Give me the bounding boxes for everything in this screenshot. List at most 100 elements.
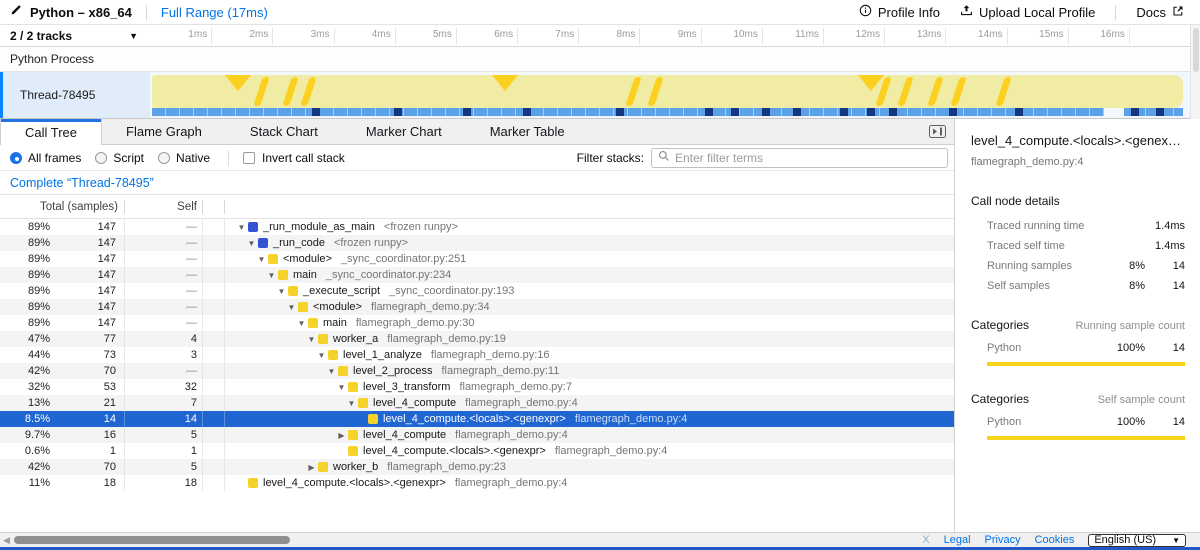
collapse-arrow-icon[interactable]: ▼ bbox=[305, 335, 318, 344]
tab-marker-table[interactable]: Marker Table bbox=[466, 119, 589, 144]
filter-stacks-input[interactable] bbox=[675, 151, 941, 165]
detail-row: Traced self time1.4ms bbox=[971, 240, 1185, 252]
collapse-arrow-icon[interactable]: ▼ bbox=[285, 303, 298, 312]
category-icon-yellow bbox=[328, 350, 338, 360]
self-cell: 5 bbox=[125, 427, 203, 443]
collapse-arrow-icon[interactable]: ▼ bbox=[335, 383, 348, 392]
expand-arrow-icon[interactable]: ▶ bbox=[305, 463, 318, 472]
function-name: worker_b bbox=[333, 461, 378, 473]
collapse-arrow-icon[interactable]: ▼ bbox=[255, 255, 268, 264]
timeline-ruler[interactable]: 1ms2ms3ms4ms5ms6ms7ms8ms9ms10ms11ms12ms1… bbox=[150, 25, 1190, 47]
category-row: Python100%14 bbox=[971, 416, 1185, 428]
call-tree-row[interactable]: 89%147—▼mainflamegraph_demo.py:30 bbox=[0, 315, 954, 331]
category-row: Python100%14 bbox=[971, 342, 1185, 354]
tab-flame-graph[interactable]: Flame Graph bbox=[102, 119, 226, 144]
call-tree-row[interactable]: 89%147—▼<module>_sync_coordinator.py:251 bbox=[0, 251, 954, 267]
panel-tabbar: Call TreeFlame GraphStack ChartMarker Ch… bbox=[0, 119, 954, 145]
thread-track-label-cell[interactable]: Thread-78495 bbox=[3, 72, 150, 118]
tab-marker-chart[interactable]: Marker Chart bbox=[342, 119, 466, 144]
invert-call-stack-checkbox[interactable] bbox=[243, 152, 255, 164]
file-location: flamegraph_demo.py:16 bbox=[431, 349, 550, 361]
collapse-arrow-icon[interactable]: ▼ bbox=[235, 223, 248, 232]
call-tree-row[interactable]: 89%147—▼<module>flamegraph_demo.py:34 bbox=[0, 299, 954, 315]
category-icon-blue bbox=[248, 222, 258, 232]
radio-native[interactable] bbox=[158, 152, 170, 164]
categories-heading-row: CategoriesSelf sample count bbox=[971, 392, 1185, 406]
ruler-gridline bbox=[578, 28, 579, 44]
track-python-process[interactable]: Python Process bbox=[0, 47, 1190, 72]
total-samples: 147 bbox=[50, 317, 124, 329]
column-header-total[interactable]: Total (samples) bbox=[0, 200, 125, 214]
file-location: flamegraph_demo.py:4 bbox=[555, 445, 668, 457]
radio-script[interactable] bbox=[95, 152, 107, 164]
dark-sample-block bbox=[731, 108, 739, 116]
file-location: flamegraph_demo.py:4 bbox=[575, 413, 688, 425]
language-select[interactable]: English (US)▼ bbox=[1088, 534, 1186, 547]
spacer-cell bbox=[203, 411, 225, 427]
track-thread[interactable]: Thread-78495 bbox=[0, 72, 1190, 118]
file-location: _sync_coordinator.py:251 bbox=[341, 253, 466, 265]
edit-profile-name-icon[interactable] bbox=[10, 3, 22, 21]
total-percent: 89% bbox=[0, 253, 50, 265]
expand-arrow-icon[interactable]: ▶ bbox=[335, 431, 348, 440]
footer-link-x[interactable]: X bbox=[922, 534, 929, 546]
total-cell: 8.5%14 bbox=[0, 411, 125, 427]
total-cell: 89%147 bbox=[0, 283, 125, 299]
call-tree-row[interactable]: 42%70—▼level_2_processflamegraph_demo.py… bbox=[0, 363, 954, 379]
thread-activity-graph[interactable] bbox=[150, 72, 1190, 118]
ruler-tick-label: 10ms bbox=[733, 29, 757, 40]
radio-all-frames[interactable] bbox=[10, 152, 22, 164]
tab-call-tree[interactable]: Call Tree bbox=[0, 119, 102, 145]
total-samples: 147 bbox=[50, 285, 124, 297]
footer-link-legal[interactable]: Legal bbox=[944, 534, 971, 546]
footer-link-cookies[interactable]: Cookies bbox=[1035, 534, 1075, 546]
collapse-arrow-icon[interactable]: ▼ bbox=[265, 271, 278, 280]
tab-stack-chart[interactable]: Stack Chart bbox=[226, 119, 342, 144]
invert-call-stack-label[interactable]: Invert call stack bbox=[262, 151, 345, 165]
column-header-self[interactable]: Self bbox=[125, 200, 203, 214]
docs-link[interactable]: Docs bbox=[1130, 5, 1190, 20]
tracks-dropdown[interactable]: 2 / 2 tracks ▼ bbox=[0, 25, 150, 47]
call-tree-row[interactable]: 11%1818level_4_compute.<locals>.<genexpr… bbox=[0, 475, 954, 491]
call-tree-row[interactable]: 47%774▼worker_aflamegraph_demo.py:19 bbox=[0, 331, 954, 347]
radio-label-native[interactable]: Native bbox=[176, 151, 210, 165]
filter-search-box[interactable] bbox=[651, 148, 948, 168]
collapse-arrow-icon[interactable]: ▼ bbox=[315, 351, 328, 360]
complete-range-link[interactable]: Complete “Thread-78495” bbox=[10, 176, 154, 190]
call-tree-row[interactable]: 89%147—▼main_sync_coordinator.py:234 bbox=[0, 267, 954, 283]
collapse-arrow-icon[interactable]: ▼ bbox=[245, 239, 258, 248]
main-body: Call TreeFlame GraphStack ChartMarker Ch… bbox=[0, 119, 1200, 532]
scroll-left-arrow-icon[interactable]: ◀ bbox=[3, 536, 10, 545]
call-tree-row[interactable]: 13%217▼level_4_computeflamegraph_demo.py… bbox=[0, 395, 954, 411]
function-name: level_2_process bbox=[353, 365, 433, 377]
header-divider bbox=[146, 5, 147, 20]
profile-info-button[interactable]: Profile Info bbox=[853, 4, 946, 20]
horizontal-scrollbar-thumb[interactable] bbox=[14, 536, 290, 544]
call-tree-row[interactable]: 32%5332▼level_3_transformflamegraph_demo… bbox=[0, 379, 954, 395]
collapse-arrow-icon[interactable]: ▼ bbox=[325, 367, 338, 376]
call-tree-row[interactable]: 0.6%11level_4_compute.<locals>.<genexpr>… bbox=[0, 443, 954, 459]
scrollbar-thumb[interactable] bbox=[1193, 28, 1199, 72]
total-cell: 89%147 bbox=[0, 235, 125, 251]
tree-cell: ▼level_1_analyzeflamegraph_demo.py:16 bbox=[225, 347, 954, 363]
collapse-arrow-icon[interactable]: ▼ bbox=[345, 399, 358, 408]
radio-label-all-frames[interactable]: All frames bbox=[28, 151, 81, 165]
sidebar-toggle-button[interactable] bbox=[929, 119, 946, 144]
call-tree-row[interactable]: 9.7%165▶level_4_computeflamegraph_demo.p… bbox=[0, 427, 954, 443]
call-tree-row[interactable]: 89%147—▼_run_module_as_main<frozen runpy… bbox=[0, 219, 954, 235]
full-range-link[interactable]: Full Range (17ms) bbox=[161, 5, 268, 20]
total-percent: 89% bbox=[0, 301, 50, 313]
call-tree-row[interactable]: 8.5%1414level_4_compute.<locals>.<genexp… bbox=[0, 411, 954, 427]
collapse-arrow-icon[interactable]: ▼ bbox=[275, 287, 288, 296]
radio-label-script[interactable]: Script bbox=[113, 151, 144, 165]
call-tree-row[interactable]: 89%147—▼_run_code<frozen runpy> bbox=[0, 235, 954, 251]
footer-link-privacy[interactable]: Privacy bbox=[985, 534, 1021, 546]
upload-button[interactable]: Upload Local Profile bbox=[954, 4, 1101, 20]
ruler-gridline bbox=[884, 28, 885, 44]
collapse-arrow-icon[interactable]: ▼ bbox=[295, 319, 308, 328]
total-samples: 77 bbox=[50, 333, 124, 345]
call-tree-row[interactable]: 42%705▶worker_bflamegraph_demo.py:23 bbox=[0, 459, 954, 475]
call-tree-row[interactable]: 44%733▼level_1_analyzeflamegraph_demo.py… bbox=[0, 347, 954, 363]
call-tree-row[interactable]: 89%147—▼_execute_script_sync_coordinator… bbox=[0, 283, 954, 299]
tracks-vertical-scrollbar[interactable] bbox=[1190, 25, 1200, 119]
